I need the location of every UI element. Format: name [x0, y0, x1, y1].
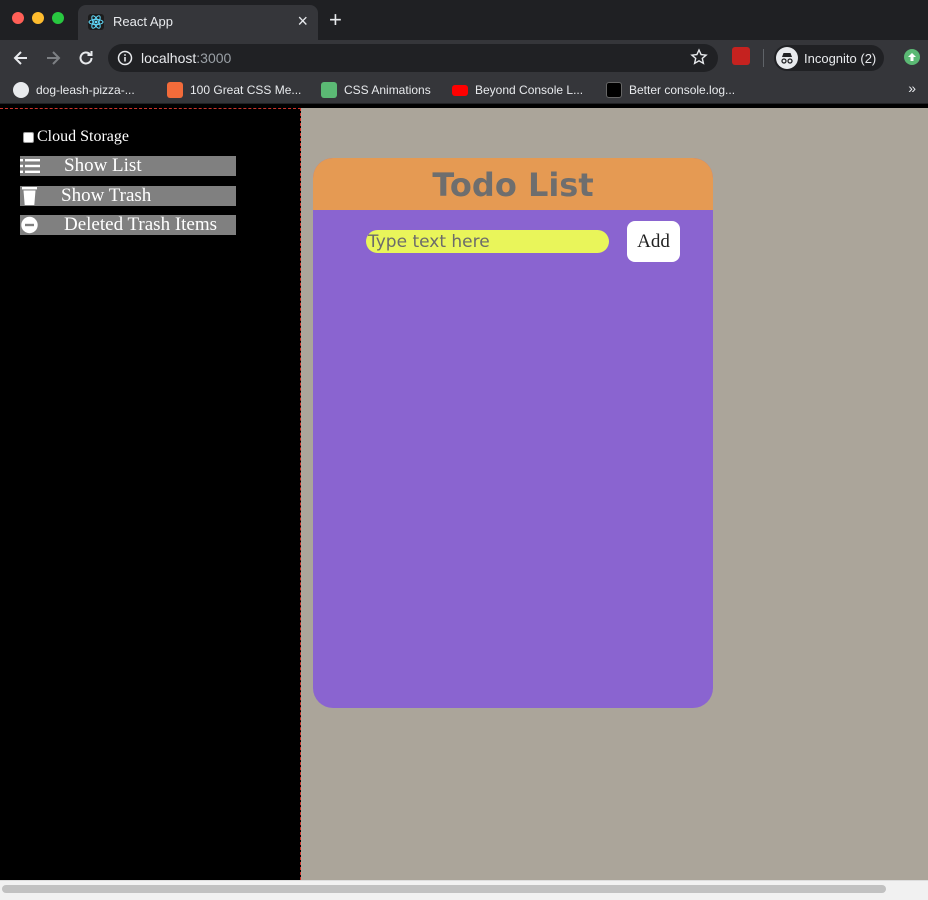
bookmark-item[interactable]: Beyond Console L... [452, 81, 583, 99]
deleted-trash-items-button[interactable]: Deleted Trash Items [20, 215, 236, 235]
todo-text-input[interactable] [366, 230, 609, 253]
bookmark-item[interactable]: Better console.log... [606, 81, 735, 99]
maximize-window-button[interactable] [52, 12, 64, 24]
page-content: Cloud Storage Show List Show Trash Delet… [0, 108, 928, 880]
add-button[interactable]: Add [627, 221, 680, 262]
todo-title: Todo List [432, 166, 594, 204]
back-arrow-icon[interactable] [11, 48, 31, 68]
reload-icon[interactable] [76, 48, 96, 68]
cloud-storage-label: Cloud Storage [37, 128, 129, 145]
show-list-label: Show List [64, 155, 142, 176]
horizontal-scrollbar[interactable] [0, 880, 928, 900]
css-icon [167, 82, 183, 98]
bookmark-item[interactable]: 100 Great CSS Me... [167, 81, 301, 99]
minus-circle-icon [20, 216, 40, 234]
extension-icon[interactable] [732, 47, 750, 65]
todo-card: Todo List Add [313, 158, 713, 708]
youtube-icon [452, 84, 468, 96]
todo-header: Todo List [313, 158, 713, 210]
browser-toolbar: localhost:3000 Incognito (2) [0, 40, 928, 76]
globe-icon [13, 82, 29, 98]
close-tab-icon[interactable]: × [297, 12, 308, 30]
sidebar: Cloud Storage Show List Show Trash Delet… [0, 108, 301, 880]
incognito-icon [776, 47, 798, 69]
show-trash-label: Show Trash [61, 185, 152, 206]
react-logo-icon [88, 14, 104, 30]
scrollbar-thumb[interactable] [2, 885, 886, 893]
info-icon[interactable] [117, 50, 133, 71]
incognito-profile-button[interactable]: Incognito (2) [774, 45, 885, 71]
profile-label: Incognito (2) [804, 50, 877, 66]
bookmarks-bar: dog-leash-pizza-... 100 Great CSS Me... … [0, 76, 928, 104]
toolbar-divider [763, 49, 764, 67]
minimize-window-button[interactable] [32, 12, 44, 24]
bookmark-item[interactable]: CSS Animations [321, 81, 431, 99]
browser-tab-bar: React App × + [0, 0, 928, 40]
tab-title: React App [113, 14, 173, 29]
show-trash-button[interactable]: Show Trash [20, 186, 236, 206]
url-text: localhost:3000 [141, 50, 232, 66]
bookmarks-overflow-icon[interactable]: » [908, 80, 916, 96]
cloud-storage-option[interactable]: Cloud Storage [23, 128, 129, 146]
dev-icon [606, 82, 622, 98]
new-tab-icon[interactable]: + [329, 9, 342, 31]
forward-arrow-icon[interactable] [43, 48, 63, 68]
browser-tab[interactable]: React App × [78, 5, 318, 40]
list-icon [20, 157, 40, 175]
address-bar[interactable]: localhost:3000 [108, 44, 718, 72]
trash-icon [20, 187, 40, 205]
bookmark-star-icon[interactable] [690, 48, 708, 71]
cloud-storage-checkbox[interactable] [23, 131, 34, 143]
deleted-trash-items-label: Deleted Trash Items [64, 214, 218, 235]
show-list-button[interactable]: Show List [20, 156, 236, 176]
bookmark-item[interactable]: dog-leash-pizza-... [13, 81, 135, 99]
close-window-button[interactable] [12, 12, 24, 24]
update-icon[interactable] [904, 49, 920, 65]
animation-icon [321, 82, 337, 98]
